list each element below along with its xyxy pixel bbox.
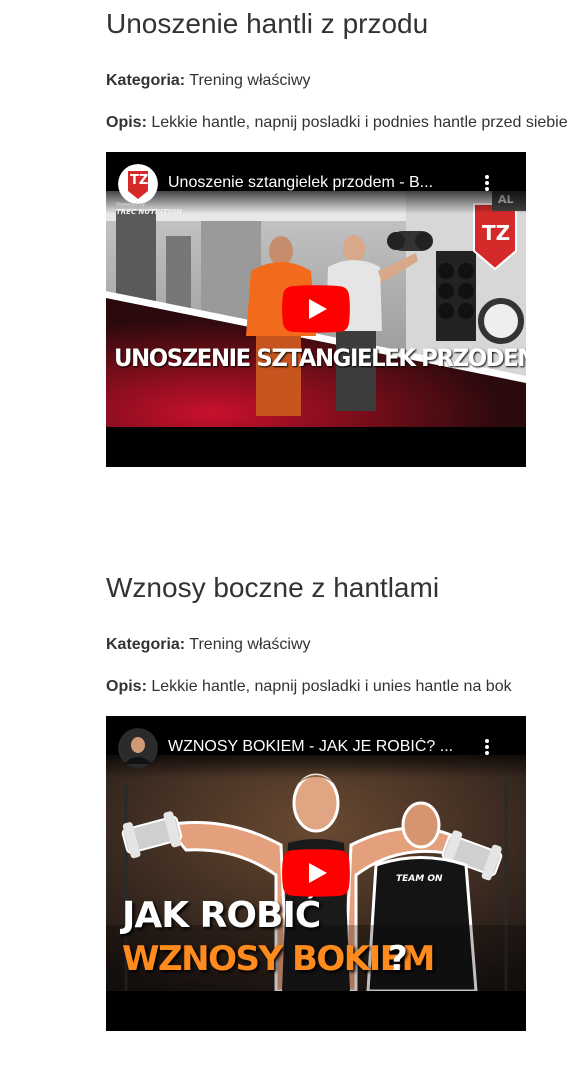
category-value: Trening właściwy: [189, 72, 311, 89]
thumbnail-caption: UNOSZENIE SZTANGIELEK PRZODEM: [114, 344, 526, 372]
category-label: Kategoria:: [106, 636, 186, 653]
tz-badge-text: TZ: [482, 221, 511, 245]
video-title-link[interactable]: WZNOSY BOKIEM - JAK JE ROBIĆ? ...: [168, 738, 468, 756]
youtube-play-button[interactable]: [282, 849, 350, 897]
youtube-play-button[interactable]: [282, 285, 350, 333]
description-label: Opis:: [106, 114, 147, 131]
description-label: Opis:: [106, 678, 147, 695]
exercise-description: Opis: Lekkie hantle, napnij posladki i u…: [106, 678, 512, 696]
category-label: Kategoria:: [106, 72, 186, 89]
exercise-category: Kategoria: Trening właściwy: [106, 72, 311, 90]
description-value: Lekkie hantle, napnij posladki i podnies…: [151, 114, 568, 131]
play-icon: [282, 285, 350, 333]
sponsor-logo-text: TREC NUTRITION: [116, 208, 183, 216]
more-options-icon[interactable]: [482, 175, 492, 193]
thumbnail-caption-line1: JAK ROBIĆ: [122, 895, 321, 936]
exercise-description: Opis: Lekkie hantle, napnij posladki i p…: [106, 114, 568, 132]
youtube-video-embed[interactable]: TZ AL UNOSZENIE SZTANGIELEK PRZODEM TZ P…: [106, 152, 526, 467]
thumbnail-caption-qmark: ?: [388, 939, 408, 979]
channel-logo-text: TZ: [130, 173, 149, 188]
channel-avatar[interactable]: [118, 728, 158, 768]
youtube-video-embed[interactable]: TEAM ON JAK ROBIĆ WZNOSY BOKIEM ? WZNOSY…: [106, 716, 526, 1031]
exercise-title: Wznosy boczne z hantlami: [106, 572, 440, 603]
exercise-title: Unoszenie hantli z przodu: [106, 8, 429, 39]
exercise-category: Kategoria: Trening właściwy: [106, 636, 311, 654]
category-value: Trening właściwy: [189, 636, 311, 653]
video-title-link[interactable]: Unoszenie sztangielek przodem - B...: [168, 174, 468, 192]
channel-avatar[interactable]: TZ: [118, 164, 158, 204]
shirt-logo-text: TEAM ON: [396, 874, 443, 884]
more-options-icon[interactable]: [482, 739, 492, 757]
avatar-photo-icon: [118, 728, 158, 768]
play-icon: [282, 849, 350, 897]
description-value: Lekkie hantle, napnij posladki i unies h…: [151, 678, 512, 695]
